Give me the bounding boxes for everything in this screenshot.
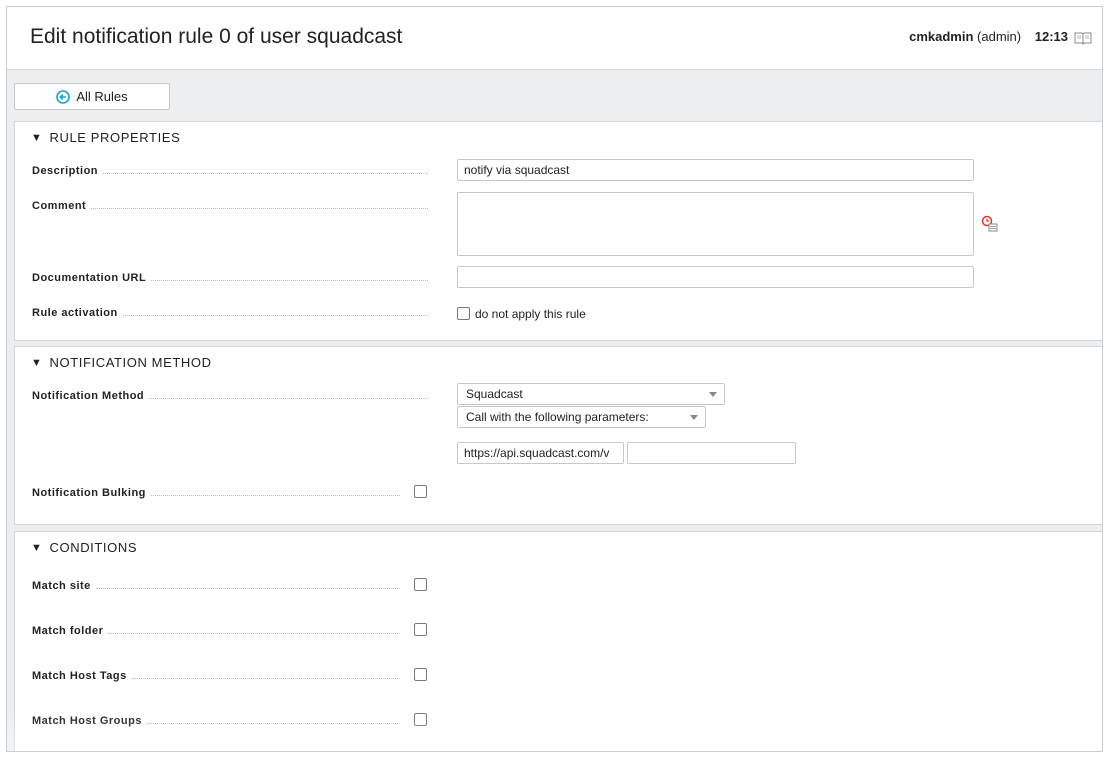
parameter-input-2[interactable]: [627, 442, 796, 464]
parameter-input-1[interactable]: [457, 442, 624, 464]
rule-properties-header[interactable]: ▼ RULE PROPERTIES: [31, 130, 180, 145]
main-window: Edit notification rule 0 of user squadca…: [6, 6, 1103, 752]
collapse-triangle-icon: ▼: [31, 131, 43, 144]
rule-properties-section: ▼ RULE PROPERTIES Description Comment Do…: [14, 121, 1102, 341]
match-folder-checkbox[interactable]: [414, 623, 427, 636]
conditions-section: ▼ CONDITIONS Match site Match folder Mat…: [14, 531, 1102, 751]
comment-label: Comment: [32, 200, 428, 212]
notification-method-label: Notification Method: [32, 390, 428, 402]
comment-textarea[interactable]: [457, 192, 974, 256]
all-rules-button[interactable]: All Rules: [14, 83, 170, 110]
back-arrow-icon: [56, 89, 71, 104]
timestamp-icon[interactable]: [981, 215, 999, 233]
title-bar: Edit notification rule 0 of user squadca…: [7, 7, 1102, 70]
match-host-tags-label: Match Host Tags: [32, 670, 400, 682]
match-host-tags-checkbox[interactable]: [414, 668, 427, 681]
match-host-groups-checkbox[interactable]: [414, 713, 427, 726]
notification-method-select[interactable]: Squadcast: [457, 383, 725, 405]
rule-activation-label: Rule activation: [32, 307, 428, 319]
username[interactable]: cmkadmin: [909, 29, 973, 44]
documentation-url-input[interactable]: [457, 266, 974, 288]
collapse-triangle-icon: ▼: [31, 356, 43, 369]
book-icon[interactable]: [1074, 31, 1092, 45]
collapse-triangle-icon: ▼: [31, 541, 43, 554]
chevron-down-icon: [690, 415, 698, 420]
section-title: RULE PROPERTIES: [49, 130, 181, 145]
page-title: Edit notification rule 0 of user squadca…: [30, 25, 403, 48]
conditions-header[interactable]: ▼ CONDITIONS: [31, 540, 137, 555]
notification-bulking-label: Notification Bulking: [32, 487, 400, 499]
description-label: Description: [32, 165, 428, 177]
notification-method-header[interactable]: ▼ NOTIFICATION METHOD: [31, 355, 212, 370]
do-not-apply-checkbox[interactable]: [457, 307, 470, 320]
user-info: cmkadmin (admin) 12:13: [909, 29, 1068, 44]
clock: 12:13: [1034, 29, 1068, 44]
parameters-select[interactable]: Call with the following parameters:: [457, 406, 706, 428]
user-role: (admin): [977, 29, 1022, 44]
section-title: NOTIFICATION METHOD: [49, 355, 212, 370]
match-site-checkbox[interactable]: [414, 578, 427, 591]
match-host-groups-label: Match Host Groups: [32, 715, 400, 727]
match-site-label: Match site: [32, 580, 400, 592]
notification-method-section: ▼ NOTIFICATION METHOD Notification Metho…: [14, 346, 1102, 525]
do-not-apply-label[interactable]: do not apply this rule: [475, 307, 586, 321]
button-bar: All Rules: [7, 70, 1102, 121]
documentation-url-label: Documentation URL: [32, 272, 428, 284]
section-title: CONDITIONS: [49, 540, 138, 555]
chevron-down-icon: [709, 392, 717, 397]
all-rules-label: All Rules: [76, 89, 128, 104]
match-folder-label: Match folder: [32, 625, 400, 637]
description-input[interactable]: [457, 159, 974, 181]
notification-bulking-checkbox[interactable]: [414, 485, 427, 498]
